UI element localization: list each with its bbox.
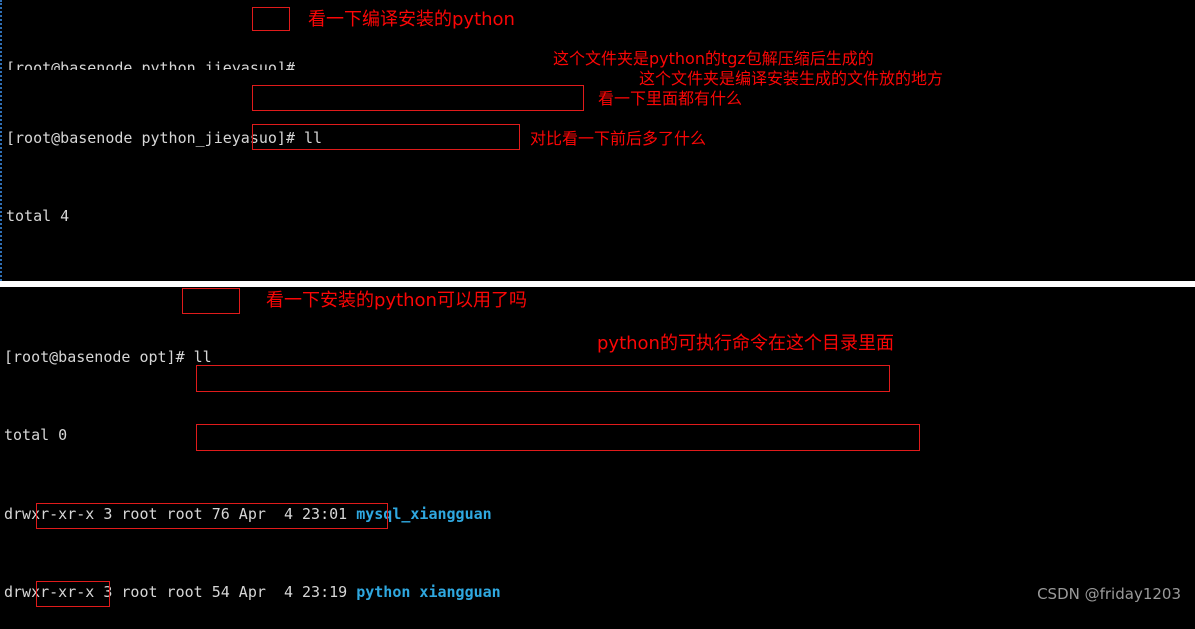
shell-prompt: [root@basenode opt]# [4,348,194,366]
total-text: total 4 [6,207,69,225]
output-total-top: total 4 [6,207,1195,227]
annotation-compile-install-python: 看一下编译安装的python [308,11,515,29]
command-ll[interactable]: ll [194,348,212,366]
annotation-look-inside: 看一下里面都有什么 [598,91,742,107]
output-total-bottom: total 0 [4,426,1195,446]
annotation-compile-output-folder: 这个文件夹是编译安装生成的文件放的地方 [639,71,943,87]
terminal-bottom-panel[interactable]: [root@basenode opt]# ll total 0 drwxr-xr… [0,287,1195,629]
clipped-prompt-text: [root@basenode python_jieyasuo]# [6,59,295,70]
dir-meta: drwxr-xr-x 3 root root 54 Apr 4 23:19 [4,583,356,601]
total-text: total 0 [4,426,67,444]
highlight-box-ls-bianyianzhuang [252,85,584,111]
dir-meta: drwxr-xr-x 3 root root 76 Apr 4 23:01 [4,505,356,523]
annotation-is-python-usable: 看一下安装的python可以用了吗 [266,292,527,310]
terminal-top-panel[interactable]: [root@basenode python_jieyasuo]# [root@b… [0,0,1195,281]
annotation-python-bin-dir: python的可执行命令在这个目录里面 [597,335,894,353]
csdn-watermark: CSDN @friday1203 [1037,585,1181,603]
command-ll[interactable]: ll [304,129,322,147]
highlight-box-ll-top [252,7,290,31]
dir-name-python-xiangguan[interactable]: python xiangguan [356,583,501,601]
highlight-box-ls-bin [196,365,890,392]
dir-listing-row-python-xiangguan: drwxr-xr-x 3 root root 54 Apr 4 23:19 py… [4,583,1195,603]
shell-prompt: [root@basenode python_jieyasuo]# [6,129,304,147]
highlight-box-ll-bottom [182,288,240,314]
annotation-tgz-extract-folder: 这个文件夹是python的tgz包解压缩后生成的 [553,51,874,67]
annotation-compare-before-after: 对比看一下前后多了什么 [530,131,706,147]
dir-name-mysql-xiangguan[interactable]: mysql_xiangguan [356,505,491,523]
dir-listing-row-mysql-xiangguan: drwxr-xr-x 3 root root 76 Apr 4 23:01 my… [4,505,1195,525]
